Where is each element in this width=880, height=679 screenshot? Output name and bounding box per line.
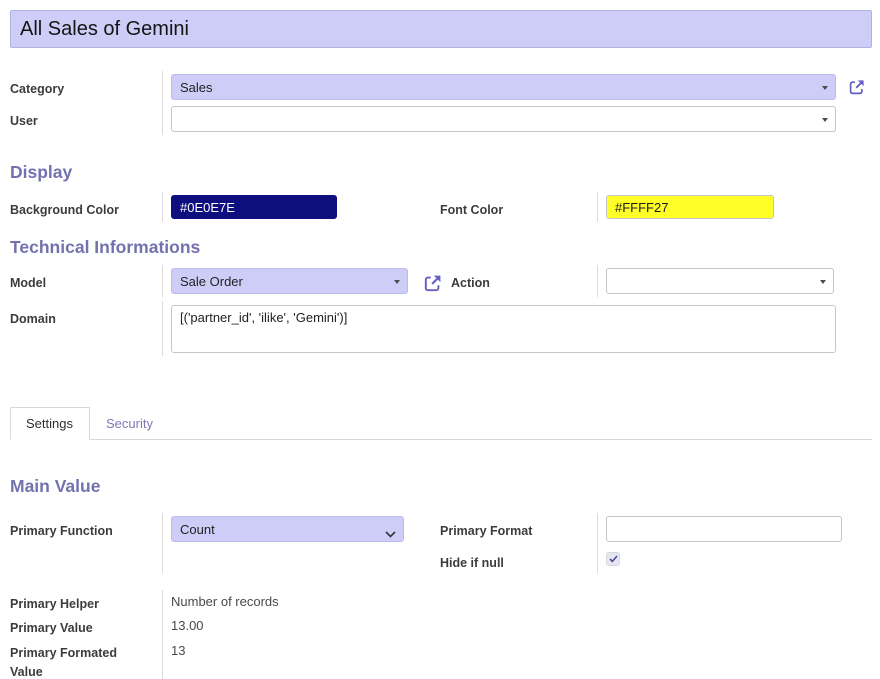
font-color-input[interactable]	[606, 195, 774, 219]
model-action-middle: Action	[407, 265, 597, 297]
hide-if-null-label: Hide if null	[440, 545, 597, 573]
primary-formated-value-label: Primary Formated Value	[10, 639, 140, 679]
model-field-cell	[162, 265, 407, 297]
user-input[interactable]	[171, 106, 836, 132]
notebook-tabs: Settings Security	[10, 407, 872, 440]
record-title-input[interactable]	[10, 10, 872, 48]
check-icon	[609, 555, 618, 563]
display-fields-row: Background Color Font Color	[10, 192, 872, 222]
primary-value-label: Primary Value	[10, 614, 162, 638]
main-value-fields-row: Primary Function Count Primary Format	[10, 513, 872, 573]
primary-function-group: Primary Function Count	[10, 513, 440, 573]
model-action-row: Model Action	[10, 265, 872, 297]
user-label: User	[10, 103, 162, 135]
tab-security[interactable]: Security	[90, 407, 170, 440]
readonly-values-group: Primary Helper Number of records Primary…	[10, 590, 872, 679]
domain-field-cell: [('partner_id', 'ilike', 'Gemini')]	[162, 301, 872, 356]
font-color-field-cell	[597, 192, 872, 222]
category-combobox	[171, 74, 836, 100]
action-label: Action	[451, 276, 490, 290]
category-field-cell	[162, 71, 872, 103]
font-color-label: Font Color	[440, 192, 597, 222]
model-combobox	[171, 268, 408, 294]
main-value-section-heading: Main Value	[10, 476, 872, 497]
primary-formated-value-cell: 13	[162, 639, 872, 679]
primary-format-field-cell	[597, 513, 872, 545]
background-color-field-cell	[162, 192, 440, 222]
primary-function-label: Primary Function	[10, 513, 162, 573]
primary-function-select-wrap: Count	[171, 516, 404, 542]
primary-format-input[interactable]	[606, 516, 842, 542]
primary-value-value-cell: 13.00	[162, 614, 872, 638]
font-color-group: Font Color	[440, 192, 872, 222]
domain-textarea[interactable]: [('partner_id', 'ilike', 'Gemini')]	[171, 305, 836, 353]
hide-if-null-checkbox[interactable]	[606, 552, 620, 566]
category-external-link-icon[interactable]	[849, 79, 865, 95]
primary-value-value: 13.00	[171, 618, 204, 633]
domain-group: Domain [('partner_id', 'ilike', 'Gemini'…	[10, 301, 872, 356]
action-field-cell	[597, 265, 872, 297]
primary-format-hide-group: Primary Format Hide if null	[440, 513, 872, 573]
category-input[interactable]	[171, 74, 836, 100]
category-label: Category	[10, 71, 162, 103]
domain-label: Domain	[10, 301, 162, 356]
primary-helper-label: Primary Helper	[10, 590, 162, 614]
tab-settings[interactable]: Settings	[10, 407, 90, 440]
display-section-heading: Display	[10, 162, 872, 183]
primary-format-label: Primary Format	[440, 513, 597, 545]
primary-helper-value-cell: Number of records	[162, 590, 872, 614]
primary-formated-value-value: 13	[171, 643, 185, 658]
primary-function-select[interactable]: Count	[171, 516, 404, 542]
action-combobox	[606, 268, 834, 294]
model-external-link-icon[interactable]	[424, 274, 442, 292]
background-color-label: Background Color	[10, 192, 162, 222]
category-user-group: Category User	[10, 71, 872, 135]
primary-helper-value: Number of records	[171, 594, 279, 609]
technical-section-heading: Technical Informations	[10, 237, 872, 258]
user-combobox	[171, 106, 836, 132]
hide-if-null-field-cell	[597, 545, 872, 573]
background-color-input[interactable]	[171, 195, 337, 219]
action-input[interactable]	[606, 268, 834, 294]
model-input[interactable]	[171, 268, 408, 294]
user-field-cell	[162, 103, 872, 135]
primary-function-field-cell: Count	[162, 513, 440, 573]
background-color-group: Background Color	[10, 192, 440, 222]
model-label: Model	[10, 265, 162, 297]
kpi-form-page: Category User Display	[0, 0, 880, 679]
